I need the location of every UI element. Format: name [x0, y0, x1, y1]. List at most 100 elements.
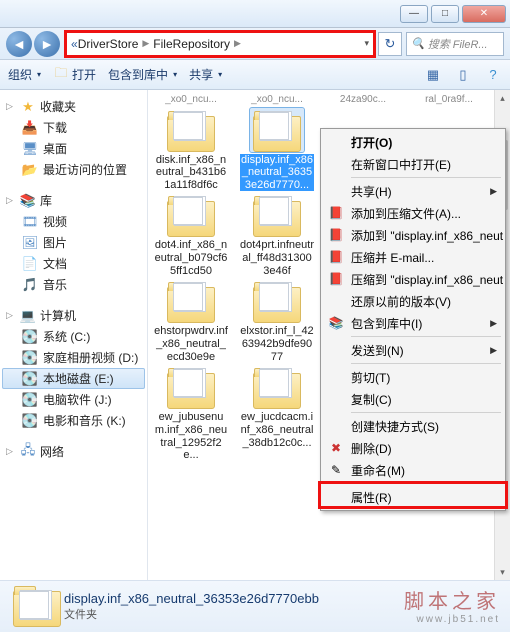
search-placeholder: 搜索 FileR...: [428, 36, 488, 52]
open-label: 打开: [72, 66, 96, 83]
folder-item[interactable]: display.inf_x86_neutral_36353e26d7770...: [240, 108, 314, 192]
watermark: 脚本之家 www.jb51.net: [404, 585, 500, 625]
maximize-button[interactable]: □: [431, 5, 459, 23]
video-icon: 🎞: [22, 214, 38, 230]
breadcrumb-back-icon: «: [71, 37, 78, 51]
sidebar-computer-header[interactable]: ▷💻计算机: [2, 305, 145, 326]
sidebar-item-label: 系统 (C:): [43, 328, 90, 345]
folder-icon: [164, 193, 218, 237]
folder-item[interactable]: disk.inf_x86_neutral_b431b61a11f8df6c: [154, 108, 228, 192]
archive-icon: 📕: [328, 205, 344, 221]
sidebar-drive-d[interactable]: 💽家庭相册视频 (D:): [2, 347, 145, 368]
folder-item[interactable]: dot4.inf_x86_neutral_b079cf65ff1cd50: [154, 193, 228, 277]
dropdown-icon[interactable]: ▾: [364, 38, 369, 49]
sidebar-item-music[interactable]: 🎵音乐: [2, 274, 145, 295]
delete-icon: ✖: [328, 440, 344, 456]
ctx-delete[interactable]: ✖删除(D): [323, 437, 503, 459]
folder-item[interactable]: dot4prt.infneutral_ff48d313003e46f: [240, 193, 314, 277]
ctx-open[interactable]: 打开(O): [323, 131, 503, 153]
folder-item[interactable]: ew_jucdcacm.inf_x86_neutral_38db12c0c...: [240, 365, 314, 462]
folder-label: ehstorpwdrv.inf_x86_neutral_ecd30e9e: [154, 325, 228, 363]
sidebar-drive-k[interactable]: 💽电影和音乐 (K:): [2, 410, 145, 431]
sidebar-item-pictures[interactable]: 🖼图片: [2, 232, 145, 253]
ctx-restore-versions[interactable]: 还原以前的版本(V): [323, 290, 503, 312]
preview-pane-button[interactable]: ▯: [454, 66, 472, 84]
sidebar-item-label: 电脑软件 (J:): [43, 391, 112, 408]
folder-item[interactable]: elxstor.inf_l_4263942b9dfe9077: [240, 279, 314, 363]
search-input[interactable]: 🔍 搜索 FileR...: [406, 32, 504, 56]
sidebar-drive-e[interactable]: 💽本地磁盘 (E:): [2, 368, 145, 389]
ctx-send-to[interactable]: 发送到(N)▶: [323, 339, 503, 361]
network-icon: 🖧: [20, 444, 36, 460]
ctx-create-shortcut[interactable]: 创建快捷方式(S): [323, 415, 503, 437]
sidebar-item-label: 家庭相册视频 (D:): [43, 349, 138, 366]
breadcrumb-seg[interactable]: FileRepository: [153, 37, 230, 51]
folder-icon: [10, 587, 54, 627]
sidebar-label: 计算机: [40, 307, 76, 324]
sidebar-drive-c[interactable]: 💽 系统 (C:): [2, 326, 145, 347]
sidebar-item-downloads[interactable]: 📥下载: [2, 117, 145, 138]
chevron-right-icon: ▶: [490, 318, 497, 329]
folder-item[interactable]: _xo0_ncu...: [240, 94, 314, 106]
library-icon: 📚: [20, 193, 36, 209]
folder-item[interactable]: 24za90c...: [326, 94, 400, 106]
help-button[interactable]: ?: [484, 66, 502, 84]
recent-icon: 📂: [22, 162, 38, 178]
drive-icon: 💽: [22, 413, 38, 429]
sidebar-label: 网络: [40, 443, 64, 460]
ctx-add-archive[interactable]: 📕添加到压缩文件(A)...: [323, 202, 503, 224]
sidebar-item-label: 音乐: [43, 276, 67, 293]
refresh-button[interactable]: ↻: [378, 32, 402, 56]
drive-icon: 💽: [22, 371, 38, 387]
sidebar-item-recent[interactable]: 📂 最近访问的位置: [2, 159, 145, 180]
computer-icon: 💻: [20, 308, 36, 324]
ctx-properties[interactable]: 属性(R): [323, 486, 503, 508]
sidebar-drive-j[interactable]: 💽电脑软件 (J:): [2, 389, 145, 410]
open-button[interactable]: 🗀 打开: [53, 66, 96, 83]
folder-item[interactable]: ehstorpwdrv.inf_x86_neutral_ecd30e9e: [154, 279, 228, 363]
ctx-share[interactable]: 共享(H)▶: [323, 180, 503, 202]
details-name: display.inf_x86_neutral_36353e26d7770ebb: [64, 591, 319, 606]
folder-icon: [164, 279, 218, 323]
chevron-right-icon[interactable]: ▶: [142, 38, 149, 49]
sidebar-item-desktop[interactable]: 🖥桌面: [2, 138, 145, 159]
ctx-rename[interactable]: ✎重命名(M): [323, 459, 503, 481]
scroll-down-icon[interactable]: ▾: [495, 564, 510, 580]
close-button[interactable]: ✕: [462, 5, 506, 23]
sidebar-item-videos[interactable]: 🎞视频: [2, 211, 145, 232]
forward-button[interactable]: ►: [34, 31, 60, 57]
sidebar-item-label: 最近访问的位置: [43, 161, 127, 178]
sidebar-favorites-header[interactable]: ▷★收藏夹: [2, 96, 145, 117]
scroll-up-icon[interactable]: ▴: [495, 90, 510, 106]
share-menu[interactable]: 共享: [189, 66, 222, 83]
folder-item[interactable]: _xo0_ncu...: [154, 94, 228, 106]
ctx-copy[interactable]: 复制(C): [323, 388, 503, 410]
ctx-open-new-window[interactable]: 在新窗口中打开(E): [323, 153, 503, 175]
star-icon: ★: [20, 99, 36, 115]
ctx-cut[interactable]: 剪切(T): [323, 366, 503, 388]
folder-label: _xo0_ncu...: [154, 94, 228, 106]
chevron-right-icon[interactable]: ▶: [234, 38, 241, 49]
sidebar-libraries-header[interactable]: ▷📚库: [2, 190, 145, 211]
sidebar-network-header[interactable]: ▷🖧网络: [2, 441, 145, 462]
folder-item[interactable]: ral_0ra9f...: [412, 94, 486, 106]
sidebar-item-label: 下载: [43, 119, 67, 136]
details-type: 文件夹: [64, 606, 319, 622]
minimize-button[interactable]: —: [400, 5, 428, 23]
view-options-button[interactable]: ▦: [424, 66, 442, 84]
include-library-menu[interactable]: 包含到库中: [108, 66, 177, 83]
drive-icon: 💽: [22, 329, 38, 345]
sidebar-item-docs[interactable]: 📄文档: [2, 253, 145, 274]
back-button[interactable]: ◄: [6, 31, 32, 57]
folder-label: dot4.inf_x86_neutral_b079cf65ff1cd50: [154, 239, 228, 277]
sidebar-item-label: 图片: [43, 234, 67, 251]
ctx-compress-to[interactable]: 📕压缩到 "display.inf_x86_neut: [323, 268, 503, 290]
address-bar[interactable]: « DriverStore ▶ FileRepository ▶ ▾: [66, 32, 374, 56]
organize-menu[interactable]: 组织: [8, 66, 41, 83]
ctx-include-library[interactable]: 📚包含到库中(I)▶: [323, 312, 503, 334]
breadcrumb-seg[interactable]: DriverStore: [78, 37, 139, 51]
folder-item[interactable]: ew_jubusenum.inf_x86_neutral_12952f2e...: [154, 365, 228, 462]
ctx-add-to-display[interactable]: 📕添加到 "display.inf_x86_neut: [323, 224, 503, 246]
archive-icon: 📕: [328, 271, 344, 287]
ctx-compress-email[interactable]: 📕压缩并 E-mail...: [323, 246, 503, 268]
